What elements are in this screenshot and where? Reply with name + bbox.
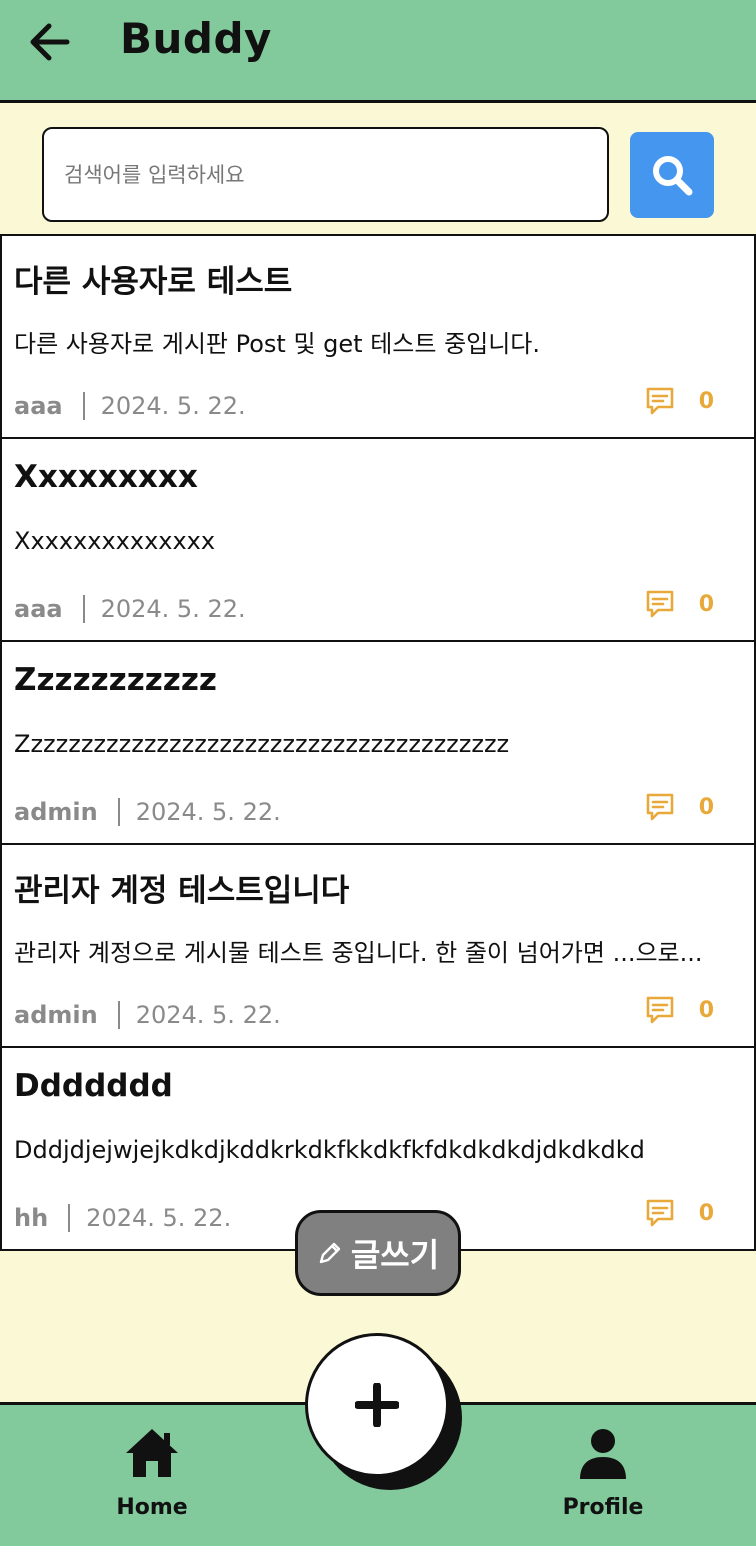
post-body: 다른 사용자로 게시판 Post 및 get 테스트 중입니다.	[14, 330, 541, 358]
post-meta: aaa 2024. 5. 22.	[14, 595, 246, 623]
post-item[interactable]: 다른 사용자로 테스트 다른 사용자로 게시판 Post 및 get 테스트 중…	[0, 236, 756, 439]
post-title: Ddddddd	[14, 1068, 173, 1104]
post-item[interactable]: Xxxxxxxxx Xxxxxxxxxxxxxx aaa 2024. 5. 22…	[0, 439, 756, 642]
comment-icon	[646, 590, 673, 618]
nav-home[interactable]: Home	[72, 1427, 232, 1520]
post-item[interactable]: 관리자 계정 테스트입니다 관리자 계정으로 게시물 테스트 중입니다. 한 줄…	[0, 845, 756, 1048]
comment-count: 0	[698, 997, 714, 1023]
comment-count-group: 0	[645, 792, 714, 822]
post-body: Dddjdjejwjejkdkdjkddkrkdkfkkdkfkfdkdkdkd…	[14, 1136, 645, 1164]
comment-count-group: 0	[645, 995, 714, 1025]
search-bar	[0, 103, 756, 235]
arrow-left-icon	[30, 23, 70, 61]
post-meta: hh 2024. 5. 22.	[14, 1204, 231, 1232]
meta-divider	[68, 1204, 71, 1232]
comment-count: 0	[698, 794, 714, 820]
comment-icon	[646, 1199, 673, 1227]
app-bar: Buddy	[0, 0, 756, 103]
post-item[interactable]: Zzzzzzzzzzz Zzzzzzzzzzzzzzzzzzzzzzzzzzzz…	[0, 642, 756, 845]
post-body: Zzzzzzzzzzzzzzzzzzzzzzzzzzzzzzzzzzzzzzz	[14, 730, 510, 758]
comment-count-group: 0	[645, 589, 714, 619]
post-meta: admin 2024. 5. 22.	[14, 1001, 281, 1029]
post-title: Xxxxxxxxx	[14, 459, 198, 495]
comment-count: 0	[698, 388, 714, 414]
plus-icon	[355, 1383, 399, 1427]
meta-divider	[82, 392, 85, 420]
post-title: 관리자 계정 테스트입니다	[14, 873, 350, 909]
comment-icon	[646, 793, 673, 821]
write-post-label: 글쓰기	[350, 1236, 440, 1274]
post-author: aaa	[14, 595, 63, 623]
post-title: Zzzzzzzzzzz	[14, 662, 217, 698]
post-body: Xxxxxxxxxxxxxx	[14, 527, 216, 555]
post-body: 관리자 계정으로 게시물 테스트 중입니다. 한 줄이 넘어가면 ...으로..…	[14, 939, 703, 967]
search-button[interactable]	[630, 132, 714, 218]
comment-count: 0	[698, 591, 714, 617]
comment-count-group: 0	[645, 1198, 714, 1228]
search-input[interactable]	[42, 127, 609, 222]
pencil-icon	[317, 1240, 343, 1266]
search-icon	[653, 156, 693, 196]
meta-divider	[82, 595, 85, 623]
home-icon	[126, 1429, 178, 1477]
post-author: admin	[14, 798, 98, 826]
post-date: 2024. 5. 22.	[135, 1001, 281, 1029]
add-fab-button[interactable]	[305, 1333, 449, 1477]
post-meta: admin 2024. 5. 22.	[14, 798, 281, 826]
nav-profile-label: Profile	[562, 1495, 644, 1520]
post-date: 2024. 5. 22.	[100, 392, 246, 420]
write-post-button[interactable]: 글쓰기	[295, 1210, 461, 1296]
nav-profile[interactable]: Profile	[523, 1427, 683, 1520]
post-author: admin	[14, 1001, 98, 1029]
comment-count-group: 0	[645, 386, 714, 416]
comment-icon	[646, 996, 673, 1024]
person-icon	[580, 1429, 626, 1479]
post-date: 2024. 5. 22.	[100, 595, 246, 623]
nav-home-label: Home	[116, 1495, 188, 1520]
meta-divider	[117, 1001, 120, 1029]
meta-divider	[117, 798, 120, 826]
post-author: aaa	[14, 392, 63, 420]
post-title: 다른 사용자로 테스트	[14, 264, 293, 300]
post-list: 다른 사용자로 테스트 다른 사용자로 게시판 Post 및 get 테스트 중…	[0, 234, 756, 1251]
comment-icon	[646, 387, 673, 415]
back-button[interactable]	[24, 18, 74, 66]
post-date: 2024. 5. 22.	[135, 798, 281, 826]
post-date: 2024. 5. 22.	[86, 1204, 232, 1232]
post-author: hh	[14, 1204, 49, 1232]
comment-count: 0	[698, 1200, 714, 1226]
app-title: Buddy	[120, 14, 272, 63]
post-meta: aaa 2024. 5. 22.	[14, 392, 246, 420]
